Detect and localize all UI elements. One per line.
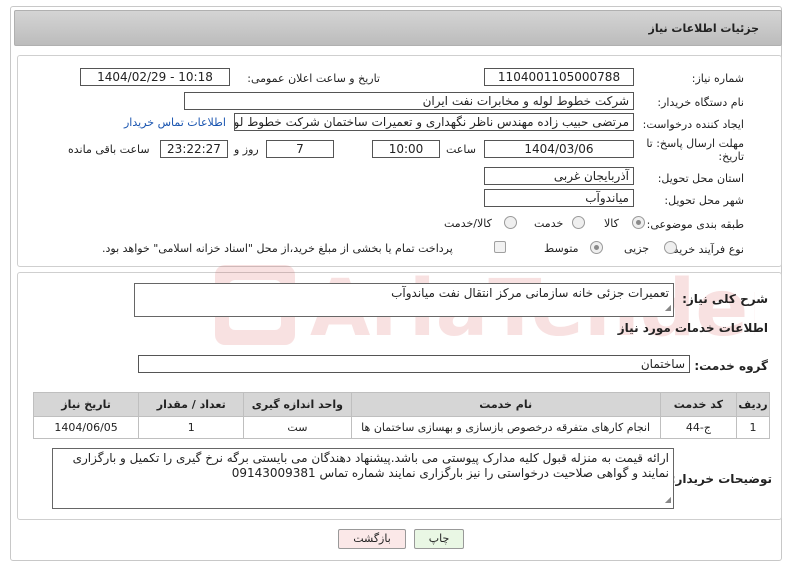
description-field: تعمیرات جزئی خانه سازمانی مرکز انتقال نف… — [134, 283, 674, 317]
need-info-panel — [17, 55, 782, 267]
page-title: جزئیات اطلاعات نیاز — [648, 22, 760, 35]
page-header: جزئیات اطلاعات نیاز — [14, 10, 782, 46]
deadline-date-field: 1404/03/06 — [484, 140, 634, 158]
col-quantity: تعداد / مقدار — [138, 392, 245, 417]
cell-name: انجام کارهای متفرقه درخصوص بازسازی و بهس… — [350, 416, 661, 439]
service-group-field: ساختمان — [138, 355, 690, 373]
description-label: شرح کلی نیاز: — [682, 292, 768, 306]
deadline-label-date: تاریخ: — [718, 150, 744, 163]
category-radio-service[interactable] — [572, 216, 585, 229]
col-date: تاریخ نیاز — [32, 392, 140, 417]
need-number-field: 1104001105000788 — [484, 68, 634, 86]
deadline-label: مهلت ارسال پاسخ: تا — [646, 137, 744, 150]
print-button[interactable]: چاپ — [414, 529, 464, 549]
buyer-notes-label: توضیحات خریدار: — [670, 472, 772, 486]
col-code: کد خدمت — [659, 392, 738, 417]
province-field: آذربایجان غربی — [484, 167, 634, 185]
process-radio-medium[interactable] — [590, 241, 603, 254]
col-unit: واحد اندازه گیری — [243, 392, 352, 417]
buyer-org-label: نام دستگاه خریدار: — [657, 96, 744, 109]
cell-date: 1404/06/05 — [32, 416, 140, 439]
deadline-time-field: 10:00 — [372, 140, 440, 158]
resize-grip-icon-2[interactable]: ◢ — [665, 492, 671, 507]
table-header-row: ردیف کد خدمت نام خدمت واحد اندازه گیری ت… — [32, 392, 770, 417]
category-radio-goods-service[interactable] — [504, 216, 517, 229]
category-radio-goods[interactable] — [632, 216, 645, 229]
cell-unit: ست — [243, 416, 352, 439]
category-option-service: خدمت — [534, 217, 564, 230]
category-option-goods: کالا — [604, 217, 619, 230]
buyer-notes-field: ارائه قیمت به منزله قبول کلیه مدارک پیوس… — [52, 448, 674, 509]
col-row: ردیف — [736, 392, 770, 417]
time-label: ساعت — [446, 143, 476, 156]
resize-grip-icon[interactable]: ◢ — [665, 300, 671, 315]
announce-label: تاریخ و ساعت اعلان عمومی: — [247, 72, 380, 85]
days-field: 7 — [266, 140, 334, 158]
category-label: طبقه بندی موضوعی: — [646, 218, 744, 231]
cell-code: ج-44 — [659, 416, 738, 439]
announce-field: 1404/02/29 - 10:18 — [80, 68, 230, 86]
payment-note: پرداخت تمام یا بخشی از مبلغ خرید،از محل … — [102, 242, 453, 255]
buyer-org-field: شرکت خطوط لوله و مخابرات نفت ایران — [184, 92, 634, 110]
back-button[interactable]: بازگشت — [338, 529, 406, 549]
remaining-label: ساعت باقی مانده — [68, 143, 150, 156]
city-label: شهر محل تحویل: — [664, 194, 744, 207]
process-option-medium: متوسط — [544, 242, 579, 255]
services-table: ردیف کد خدمت نام خدمت واحد اندازه گیری ت… — [32, 392, 770, 439]
need-number-label: شماره نیاز: — [691, 72, 744, 85]
city-field: میاندوآب — [484, 189, 634, 207]
table-row: 1 ج-44 انجام کارهای متفرقه درخصوص بازساز… — [32, 416, 770, 439]
process-option-minor: جزیی — [624, 242, 650, 255]
process-label: نوع فرآیند خرید : — [666, 243, 744, 256]
province-label: استان محل تحویل: — [657, 172, 744, 185]
category-option-goods-service: کالا/خدمت — [444, 217, 492, 230]
service-group-label: گروه خدمت: — [694, 359, 768, 373]
buyer-contact-link[interactable]: اطلاعات تماس خریدار — [124, 116, 226, 129]
remaining-time-field: 23:22:27 — [160, 140, 228, 158]
treasury-checkbox[interactable] — [494, 241, 506, 253]
cell-quantity: 1 — [138, 416, 245, 439]
days-label: روز و — [234, 143, 259, 156]
process-radio-minor[interactable] — [664, 241, 677, 254]
creator-field: مرتضی حبیب زاده مهندس ناظر نگهداری و تعم… — [234, 113, 634, 131]
cell-row: 1 — [736, 416, 770, 439]
services-section-title: اطلاعات خدمات مورد نیاز — [617, 321, 768, 335]
creator-label: ایجاد کننده درخواست: — [642, 118, 744, 131]
col-name: نام خدمت — [350, 392, 661, 417]
